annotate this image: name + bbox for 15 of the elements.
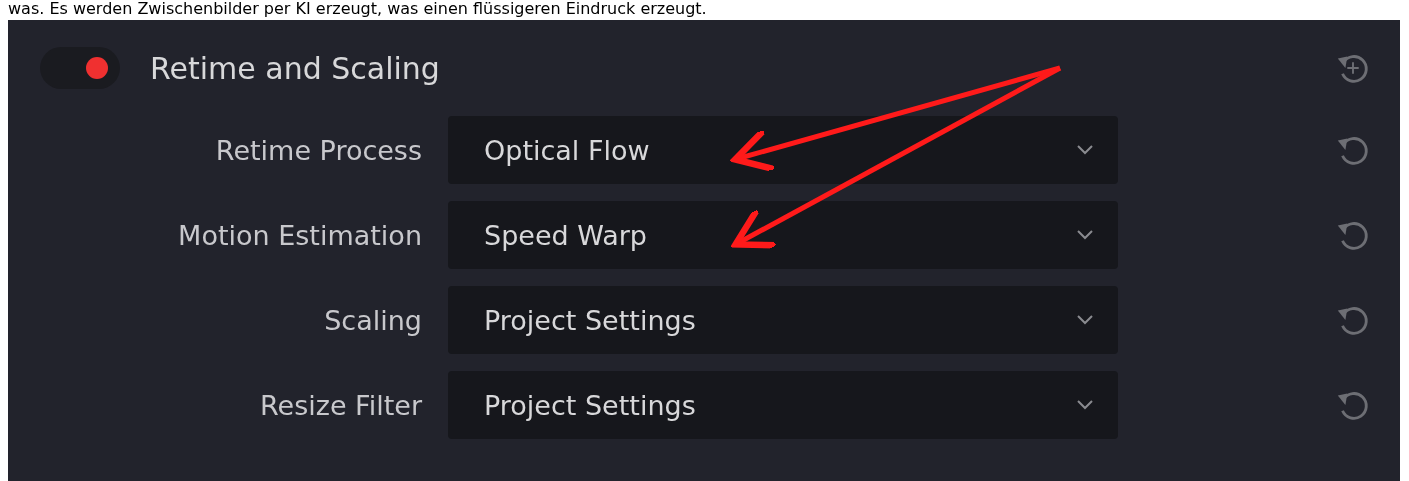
dropdown[interactable]: Optical Flow <box>448 116 1118 184</box>
field-label: Resize Filter <box>259 389 423 421</box>
caption-text: was. Es werden Zwischenbilder per KI erzeugt, was einen flüssigeren Eindruck erzeugt. <box>7 0 708 20</box>
section-title: Retime and Scaling <box>150 50 441 86</box>
field-label: Retime Process <box>214 134 423 166</box>
chevron-icon <box>1076 314 1094 326</box>
dropdown[interactable]: Project Settings <box>448 371 1118 439</box>
chevron-icon <box>1076 399 1094 411</box>
toggle-switch[interactable] <box>40 47 120 89</box>
field-label: Motion Estimation <box>177 219 423 251</box>
chevron-icon <box>1076 144 1094 156</box>
dropdown[interactable]: Speed Warp <box>448 201 1118 269</box>
chevron-icon <box>1076 229 1094 241</box>
dropdown[interactable]: Project Settings <box>448 286 1118 354</box>
field-label: Scaling <box>323 304 423 336</box>
